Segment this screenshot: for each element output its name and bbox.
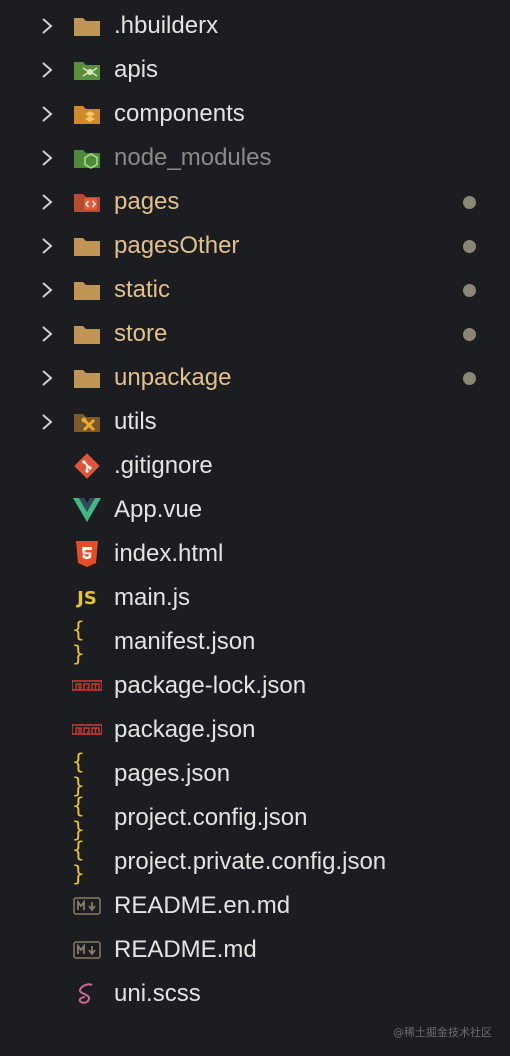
js-icon: JS (77, 587, 97, 609)
file-label: package.json (114, 716, 256, 743)
watermark-text: @稀土掘金技术社区 (393, 1026, 492, 1039)
modified-indicator-dot (463, 372, 476, 385)
file-explorer-tree: .hbuilderx apis components node_modules … (0, 4, 510, 1016)
file-label: package-lock.json (114, 672, 307, 699)
file-row-project-config-json[interactable]: { } project.config.json (0, 794, 510, 842)
node-folder-icon (72, 145, 102, 171)
folder-label: static (114, 276, 171, 303)
file-row-gitignore[interactable]: .gitignore (0, 444, 510, 488)
folder-label: unpackage (114, 364, 232, 391)
folder-row-unpackage[interactable]: unpackage (0, 356, 510, 400)
api-folder-icon (72, 57, 102, 83)
folder-row-node-modules[interactable]: node_modules (0, 136, 510, 180)
folder-row-pagesother[interactable]: pagesOther (0, 224, 510, 268)
modified-indicator-dot (463, 328, 476, 341)
modified-indicator-dot (463, 240, 476, 253)
chevron-right-icon[interactable] (40, 326, 54, 342)
markdown-icon (72, 893, 102, 919)
file-label: main.js (114, 584, 191, 611)
folder-icon (72, 365, 102, 391)
modified-indicator-dot (463, 284, 476, 297)
chevron-right-icon[interactable] (40, 150, 54, 166)
sass-icon (72, 981, 102, 1007)
modified-indicator-dot (463, 196, 476, 209)
folder-label: .hbuilderx (114, 12, 219, 39)
file-label: pages.json (114, 760, 231, 787)
folder-label: utils (114, 408, 157, 435)
pages-folder-icon (72, 189, 102, 215)
file-label: README.en.md (114, 892, 291, 919)
npm-icon (72, 717, 102, 743)
utils-folder-icon (72, 409, 102, 435)
chevron-right-icon[interactable] (40, 106, 54, 122)
git-icon (72, 453, 102, 479)
json-icon: { } (72, 838, 86, 886)
file-label: manifest.json (114, 628, 256, 655)
markdown-icon (72, 937, 102, 963)
file-label: index.html (114, 540, 224, 567)
chevron-right-icon[interactable] (40, 370, 54, 386)
folder-row-static[interactable]: static (0, 268, 510, 312)
folder-icon (72, 321, 102, 347)
file-row-app-vue[interactable]: App.vue (0, 488, 510, 532)
folder-icon (72, 277, 102, 303)
file-label: App.vue (114, 496, 203, 523)
json-icon: { } (72, 794, 86, 842)
folder-row-pages[interactable]: pages (0, 180, 510, 224)
file-label: project.private.config.json (114, 848, 387, 875)
folder-label: pages (114, 188, 180, 215)
folder-row-store[interactable]: store (0, 312, 510, 356)
file-label: uni.scss (114, 980, 201, 1007)
file-label: README.md (114, 936, 257, 963)
components-folder-icon (72, 101, 102, 127)
chevron-right-icon[interactable] (40, 414, 54, 430)
file-label: .gitignore (114, 452, 213, 479)
file-row-readme-en-md[interactable]: README.en.md (0, 884, 510, 928)
file-row-readme-md[interactable]: README.md (0, 928, 510, 972)
folder-row-apis[interactable]: apis (0, 48, 510, 92)
file-row-pages-json[interactable]: { } pages.json (0, 750, 510, 798)
folder-icon (72, 13, 102, 39)
folder-icon (72, 233, 102, 259)
file-row-main-js[interactable]: JS main.js (0, 576, 510, 620)
file-row-package-json[interactable]: package.json (0, 708, 510, 752)
file-row-manifest-json[interactable]: { } manifest.json (0, 618, 510, 666)
chevron-right-icon[interactable] (40, 282, 54, 298)
npm-icon (72, 673, 102, 699)
folder-label: apis (114, 56, 159, 83)
chevron-right-icon[interactable] (40, 62, 54, 78)
file-row-package-lock-json[interactable]: package-lock.json (0, 664, 510, 708)
file-label: project.config.json (114, 804, 308, 831)
file-row-uni-scss[interactable]: uni.scss (0, 972, 510, 1016)
chevron-right-icon[interactable] (40, 194, 54, 210)
folder-row-components[interactable]: components (0, 92, 510, 136)
folder-label: store (114, 320, 168, 347)
folder-label: node_modules (114, 144, 272, 171)
file-row-project-private-config-json[interactable]: { } project.private.config.json (0, 838, 510, 886)
file-row-index-html[interactable]: index.html (0, 532, 510, 576)
folder-label: components (114, 100, 245, 127)
json-icon: { } (72, 618, 86, 666)
chevron-right-icon[interactable] (40, 238, 54, 254)
folder-row-hbuilderx[interactable]: .hbuilderx (0, 4, 510, 48)
folder-row-utils[interactable]: utils (0, 400, 510, 444)
vue-icon (72, 497, 102, 523)
json-icon: { } (72, 750, 86, 798)
html5-icon (72, 541, 102, 567)
chevron-right-icon[interactable] (40, 18, 54, 34)
folder-label: pagesOther (114, 232, 240, 259)
